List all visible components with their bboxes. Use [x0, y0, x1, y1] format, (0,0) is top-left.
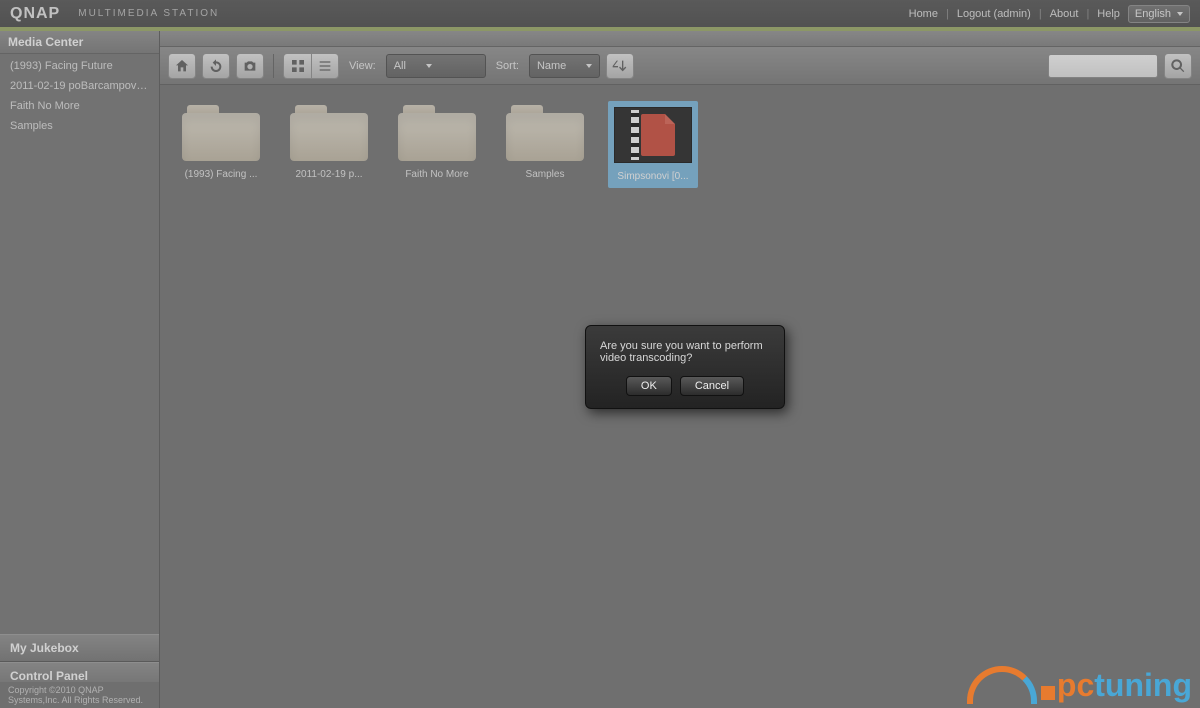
folder-item[interactable]: Faith No More: [392, 101, 482, 188]
sort-select[interactable]: Name: [529, 54, 600, 78]
camera-icon: [242, 58, 258, 74]
app-title: Multimedia Station: [78, 8, 219, 19]
confirm-dialog: Are you sure you want to perform video t…: [585, 325, 785, 409]
separator: |: [946, 8, 949, 20]
nav-about[interactable]: About: [1050, 8, 1079, 20]
item-label: Simpsonovi [0...: [611, 171, 695, 182]
home-button[interactable]: [168, 53, 196, 79]
separator: |: [1086, 8, 1089, 20]
sidebar-title[interactable]: Media Center: [0, 31, 159, 54]
refresh-button[interactable]: [202, 53, 230, 79]
copyright-text: Copyright ©2010 QNAP Systems,Inc. All Ri…: [0, 682, 159, 708]
folder-item[interactable]: Samples: [500, 101, 590, 188]
folder-icon: [398, 101, 476, 161]
file-grid: (1993) Facing ... 2011-02-19 p... Faith …: [160, 85, 1200, 204]
nav-home[interactable]: Home: [909, 8, 938, 20]
sidebar-jukebox[interactable]: My Jukebox: [0, 634, 159, 662]
separator: |: [1039, 8, 1042, 20]
folder-icon: [182, 101, 260, 161]
dialog-cancel-button[interactable]: Cancel: [680, 376, 744, 396]
folder-icon: [290, 101, 368, 161]
view-filter-value: All: [394, 60, 406, 72]
toolbar: View: All Sort: Name: [160, 47, 1200, 85]
folder-item[interactable]: (1993) Facing ...: [176, 101, 266, 188]
transcode-button[interactable]: [236, 53, 264, 79]
sidebar: Media Center (1993) Facing Future 2011-0…: [0, 31, 160, 708]
item-label: 2011-02-19 p...: [284, 169, 374, 180]
sidebar-item[interactable]: Faith No More: [0, 96, 159, 116]
search-button[interactable]: [1164, 53, 1192, 79]
nav-logout[interactable]: Logout (admin): [957, 8, 1031, 20]
refresh-icon: [208, 58, 224, 74]
sort-az-icon: [612, 58, 628, 74]
sidebar-list: (1993) Facing Future 2011-02-19 poBarcam…: [0, 54, 159, 138]
app-header: QNAP Multimedia Station Home | Logout (a…: [0, 0, 1200, 27]
home-icon: [174, 58, 190, 74]
chevron-down-icon: [1177, 12, 1183, 16]
dialog-message: Are you sure you want to perform video t…: [600, 340, 770, 364]
list-view-button[interactable]: [311, 53, 339, 79]
grid-icon: [290, 58, 306, 74]
square-icon: [1041, 686, 1055, 700]
folder-icon: [506, 101, 584, 161]
language-select[interactable]: English: [1128, 5, 1190, 23]
sort-value: Name: [537, 60, 566, 72]
sort-az-button[interactable]: [606, 53, 634, 79]
dialog-ok-button[interactable]: OK: [626, 376, 672, 396]
gauge-icon: [967, 666, 1037, 704]
view-mode-group: [283, 53, 339, 79]
list-icon: [317, 58, 333, 74]
watermark-text-b: tuning: [1094, 667, 1192, 703]
brand-logo: QNAP: [10, 5, 60, 23]
sidebar-item[interactable]: (1993) Facing Future: [0, 56, 159, 76]
video-item-selected[interactable]: Simpsonovi [0...: [608, 101, 698, 188]
view-filter-select[interactable]: All: [386, 54, 486, 78]
search-input[interactable]: [1048, 54, 1158, 78]
grid-view-button[interactable]: [283, 53, 311, 79]
chevron-down-icon: [426, 64, 432, 68]
language-value: English: [1135, 8, 1171, 20]
sort-label: Sort:: [496, 60, 519, 72]
sidebar-item[interactable]: 2011-02-19 poBarcampové tou: [0, 76, 159, 96]
item-label: Samples: [500, 169, 590, 180]
nav-help[interactable]: Help: [1097, 8, 1120, 20]
video-thumb-icon: [614, 107, 692, 163]
item-label: Faith No More: [392, 169, 482, 180]
chevron-down-icon: [586, 64, 592, 68]
folder-item[interactable]: 2011-02-19 p...: [284, 101, 374, 188]
view-label: View:: [349, 60, 376, 72]
header-nav: Home | Logout (admin) | About | Help Eng…: [909, 5, 1190, 23]
watermark: pctuning: [967, 666, 1192, 704]
search-icon: [1170, 58, 1186, 74]
item-label: (1993) Facing ...: [176, 169, 266, 180]
sidebar-item[interactable]: Samples: [0, 116, 159, 136]
watermark-text-a: pc: [1057, 667, 1094, 703]
separator: [273, 54, 274, 78]
